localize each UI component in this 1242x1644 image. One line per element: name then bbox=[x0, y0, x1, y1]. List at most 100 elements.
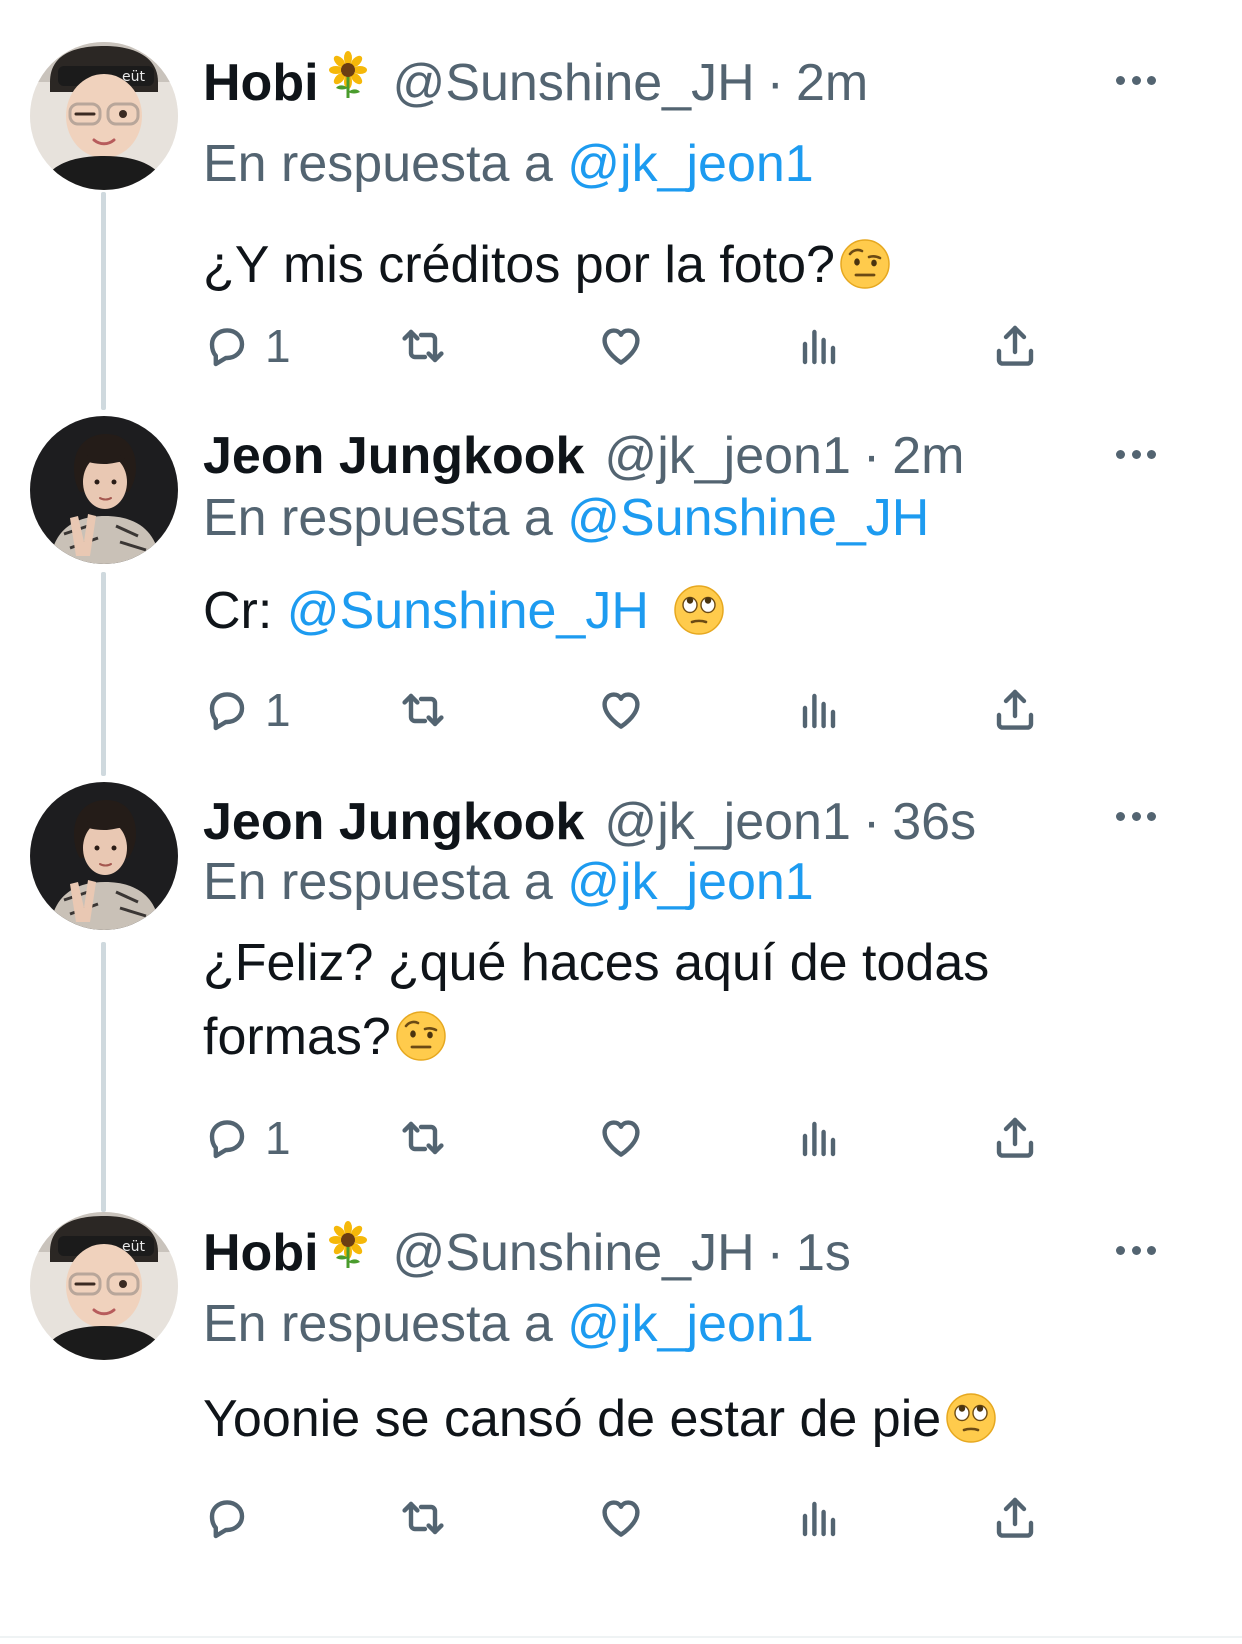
reply-icon bbox=[203, 686, 251, 734]
retweet-button[interactable] bbox=[399, 682, 447, 738]
tweet-header: Hobi @Sunshine_JH · 2m bbox=[203, 50, 868, 114]
reply-button[interactable]: 1 bbox=[203, 682, 291, 738]
tweet-actions: 1 bbox=[203, 1110, 1083, 1166]
reply-prefix: En respuesta a bbox=[203, 489, 553, 547]
display-name[interactable]: Jeon Jungkook bbox=[203, 790, 584, 854]
more-icon[interactable] bbox=[1116, 444, 1156, 464]
retweet-button[interactable] bbox=[399, 1110, 447, 1166]
reply-prefix: En respuesta a bbox=[203, 853, 553, 911]
heart-icon bbox=[597, 1114, 645, 1162]
views-icon bbox=[795, 1494, 843, 1542]
timestamp[interactable]: 2m bbox=[892, 424, 964, 488]
tweet-mention-link[interactable]: @Sunshine_JH bbox=[287, 582, 649, 640]
tweet-text: Yoonie se cansó de estar de pie bbox=[203, 1382, 1183, 1456]
timestamp[interactable]: 2m bbox=[796, 51, 868, 115]
tweet-text: ¿Feliz? ¿qué haces aquí de todas formas? bbox=[203, 926, 1183, 1074]
eye-roll-emoji bbox=[945, 1390, 997, 1442]
views-button[interactable] bbox=[795, 1110, 843, 1166]
reply-count: 1 bbox=[265, 1112, 291, 1164]
user-handle[interactable]: @Sunshine_JH bbox=[393, 51, 755, 115]
tweet-header: Jeon Jungkook @jk_jeon1 · 36s bbox=[203, 790, 976, 854]
timestamp[interactable]: 1s bbox=[796, 1221, 851, 1285]
tweet-text-prefix: Cr: bbox=[203, 582, 273, 640]
separator: · bbox=[862, 793, 881, 851]
reply-count: 1 bbox=[265, 320, 291, 372]
views-button[interactable] bbox=[795, 1490, 843, 1546]
reply-prefix: En respuesta a bbox=[203, 135, 553, 193]
divider bbox=[0, 1636, 1242, 1638]
avatar[interactable] bbox=[30, 416, 178, 564]
share-icon bbox=[991, 322, 1039, 370]
user-handle[interactable]: @jk_jeon1 bbox=[604, 790, 851, 854]
reply-button[interactable] bbox=[203, 1490, 265, 1546]
raised-eyebrow-emoji bbox=[839, 236, 891, 288]
reply-icon bbox=[203, 1114, 251, 1162]
retweet-icon bbox=[399, 686, 447, 734]
reply-prefix: En respuesta a bbox=[203, 1295, 553, 1353]
reply-mention-link[interactable]: @Sunshine_JH bbox=[567, 489, 929, 547]
tweet-thread: Hobi @Sunshine_JH · 2m En respuesta a @j… bbox=[0, 0, 1242, 1644]
eye-roll-emoji bbox=[673, 582, 725, 634]
sunflower-emoji bbox=[323, 1220, 373, 1270]
avatar[interactable] bbox=[30, 42, 178, 190]
display-name[interactable]: Jeon Jungkook bbox=[203, 424, 584, 488]
reply-icon bbox=[203, 322, 251, 370]
avatar[interactable] bbox=[30, 1212, 178, 1360]
like-button[interactable] bbox=[597, 1110, 645, 1166]
raised-eyebrow-emoji bbox=[395, 1008, 447, 1060]
tweet-header: Hobi @Sunshine_JH · 1s bbox=[203, 1220, 851, 1284]
avatar[interactable] bbox=[30, 782, 178, 930]
reply-count: 1 bbox=[265, 684, 291, 736]
like-button[interactable] bbox=[597, 318, 645, 374]
thread-line bbox=[101, 942, 106, 1212]
display-name[interactable]: Hobi bbox=[203, 1221, 319, 1285]
tweet-actions: 1 bbox=[203, 318, 1083, 374]
reply-mention-link[interactable]: @jk_jeon1 bbox=[567, 1295, 814, 1353]
user-handle[interactable]: @jk_jeon1 bbox=[604, 424, 851, 488]
views-icon bbox=[795, 1114, 843, 1162]
reply-context: En respuesta a @Sunshine_JH bbox=[203, 486, 929, 550]
separator: · bbox=[766, 1224, 784, 1282]
like-button[interactable] bbox=[597, 682, 645, 738]
tweet-text-line: ¿Feliz? ¿qué haces aquí de todas bbox=[203, 934, 990, 992]
retweet-icon bbox=[399, 322, 447, 370]
like-button[interactable] bbox=[597, 1490, 645, 1546]
share-icon bbox=[991, 686, 1039, 734]
tweet-text-content: ¿Y mis créditos por la foto? bbox=[203, 236, 835, 294]
reply-button[interactable]: 1 bbox=[203, 1110, 291, 1166]
heart-icon bbox=[597, 322, 645, 370]
retweet-icon bbox=[399, 1114, 447, 1162]
thread-line bbox=[101, 192, 106, 410]
share-icon bbox=[991, 1114, 1039, 1162]
reply-context: En respuesta a @jk_jeon1 bbox=[203, 132, 814, 196]
reply-mention-link[interactable]: @jk_jeon1 bbox=[567, 853, 814, 911]
share-icon bbox=[991, 1494, 1039, 1542]
more-icon[interactable] bbox=[1116, 1240, 1156, 1260]
display-name[interactable]: Hobi bbox=[203, 51, 319, 115]
retweet-icon bbox=[399, 1494, 447, 1542]
tweet-text: Cr: @Sunshine_JH bbox=[203, 574, 1183, 648]
thread-line bbox=[101, 572, 106, 776]
views-button[interactable] bbox=[795, 682, 843, 738]
reply-mention-link[interactable]: @jk_jeon1 bbox=[567, 135, 814, 193]
share-button[interactable] bbox=[991, 682, 1039, 738]
share-button[interactable] bbox=[991, 1490, 1039, 1546]
tweet-header: Jeon Jungkook @jk_jeon1 · 2m bbox=[203, 424, 964, 488]
retweet-button[interactable] bbox=[399, 1490, 447, 1546]
timestamp[interactable]: 36s bbox=[892, 790, 976, 854]
more-icon[interactable] bbox=[1116, 70, 1156, 90]
views-icon bbox=[795, 686, 843, 734]
share-button[interactable] bbox=[991, 318, 1039, 374]
reply-icon bbox=[203, 1494, 251, 1542]
reply-button[interactable]: 1 bbox=[203, 318, 291, 374]
separator: · bbox=[766, 54, 784, 112]
share-button[interactable] bbox=[991, 1110, 1039, 1166]
tweet-actions bbox=[203, 1490, 1083, 1546]
views-button[interactable] bbox=[795, 318, 843, 374]
more-icon[interactable] bbox=[1116, 806, 1156, 826]
heart-icon bbox=[597, 1494, 645, 1542]
tweet-text-line: formas? bbox=[203, 1000, 1183, 1074]
retweet-button[interactable] bbox=[399, 318, 447, 374]
user-handle[interactable]: @Sunshine_JH bbox=[393, 1221, 755, 1285]
heart-icon bbox=[597, 686, 645, 734]
